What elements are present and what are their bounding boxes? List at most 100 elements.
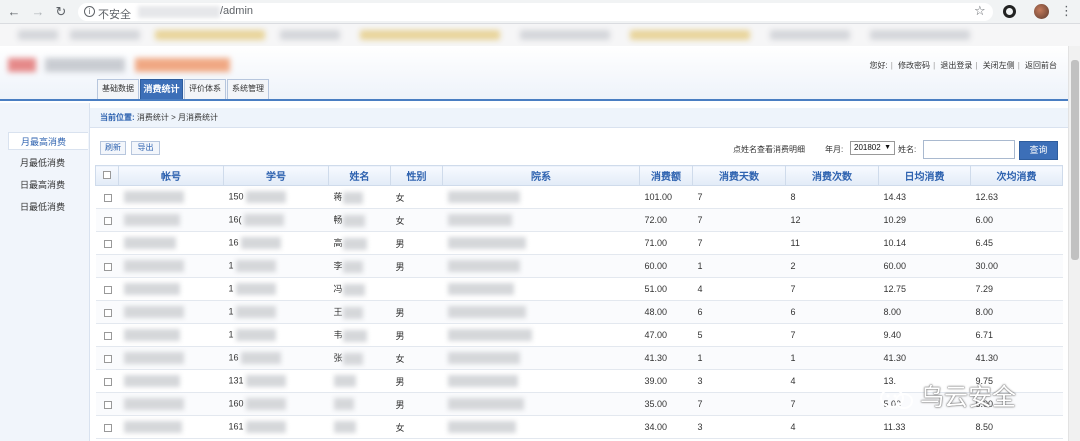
column-header[interactable]: 消费天数: [692, 165, 786, 186]
row-checkbox[interactable]: [103, 308, 112, 317]
logout-link[interactable]: 退出登录: [937, 61, 975, 70]
tab-system-management[interactable]: 系统管理: [227, 79, 269, 99]
row-select-cell[interactable]: [95, 277, 119, 301]
name-cell[interactable]: 高: [328, 231, 391, 255]
sidebar-item-month-max[interactable]: 月最高消费: [8, 132, 88, 150]
name-cell[interactable]: 王: [328, 300, 391, 324]
row-checkbox[interactable]: [103, 377, 112, 386]
refresh-button[interactable]: 刷新: [100, 141, 126, 155]
sidebar-item-day-min[interactable]: 日最低消费: [8, 198, 88, 216]
days-cell: 1: [692, 254, 786, 278]
row-select-cell[interactable]: [95, 208, 119, 232]
name-prefix[interactable]: 张: [334, 353, 343, 363]
row-select-cell[interactable]: [95, 369, 119, 393]
name-cell[interactable]: 蒋: [328, 185, 391, 209]
select-all-checkbox[interactable]: [103, 171, 111, 180]
name-cell[interactable]: [328, 392, 391, 416]
sidebar-item-day-max[interactable]: 日最高消费: [8, 176, 88, 194]
tab-consumption-stats[interactable]: 消费统计: [140, 79, 183, 99]
name-prefix[interactable]: 蒋: [334, 192, 343, 202]
name-cell[interactable]: 张: [328, 346, 391, 370]
row-checkbox[interactable]: [103, 193, 112, 202]
row-checkbox[interactable]: [103, 216, 112, 225]
days-cell: 7: [692, 208, 786, 232]
export-button[interactable]: 导出: [131, 141, 160, 155]
account-cell: [118, 208, 224, 232]
reload-icon[interactable]: ↻: [53, 4, 69, 20]
table-row[interactable]: 16 高 男 71.00 7 11 10.14 6.45: [95, 231, 1063, 255]
table-row[interactable]: 1 王男 48.00 6 6 8.00 8.00: [95, 300, 1063, 324]
name-input[interactable]: [923, 140, 1015, 159]
name-prefix[interactable]: 冯: [334, 284, 343, 294]
student-id-prefix: 16(: [228, 214, 242, 225]
table-row[interactable]: 1 冯 51.00 4 7 12.75 7.29: [95, 277, 1063, 301]
row-checkbox[interactable]: [103, 423, 112, 432]
back-to-front-link[interactable]: 返回前台: [1022, 61, 1060, 70]
tab-evaluation[interactable]: 评价体系: [184, 79, 226, 99]
tab-basic-data[interactable]: 基础数据: [97, 79, 139, 99]
column-header[interactable]: 日均消费: [878, 165, 971, 186]
name-prefix[interactable]: 李: [334, 261, 343, 271]
name-prefix[interactable]: 王: [334, 307, 343, 317]
department-redacted: [447, 237, 526, 249]
name-prefix[interactable]: 韦: [334, 330, 343, 340]
row-select-cell[interactable]: [95, 323, 119, 347]
table-row[interactable]: 161 女 34.00 3 4 11.33 8.50: [95, 415, 1063, 439]
change-password-link[interactable]: 修改密码: [895, 61, 933, 70]
row-select-cell[interactable]: [95, 346, 119, 370]
row-checkbox[interactable]: [103, 331, 112, 340]
account-cell: [118, 369, 224, 393]
name-cell[interactable]: [328, 415, 391, 439]
table-row[interactable]: 1 李男 60.00 1 2 60.00 30.00: [95, 254, 1063, 278]
name-cell[interactable]: [328, 369, 391, 393]
name-cell[interactable]: 李: [328, 254, 391, 278]
row-checkbox[interactable]: [103, 354, 112, 363]
row-select-cell[interactable]: [95, 254, 119, 278]
row-select-cell[interactable]: [95, 415, 119, 439]
table-row[interactable]: 1 韦 男 47.00 5 7 9.40 6.71: [95, 323, 1063, 347]
column-header[interactable]: 消费次数: [785, 165, 879, 186]
name-prefix[interactable]: 高: [334, 238, 343, 248]
sidebar-item-month-min[interactable]: 月最低消费: [8, 154, 88, 172]
name-cell[interactable]: 冯: [328, 277, 391, 301]
row-select-cell[interactable]: [95, 231, 119, 255]
page-scrollbar[interactable]: [1068, 46, 1080, 441]
row-checkbox[interactable]: [103, 400, 112, 409]
row-checkbox[interactable]: [103, 239, 112, 248]
table-row[interactable]: 150 蒋 女 101.00 7 8 14.43 12.63: [95, 185, 1063, 209]
browser-menu-icon[interactable]: ⋮: [1060, 3, 1073, 19]
column-header[interactable]: 学号: [223, 165, 329, 186]
column-header[interactable]: 消费额: [639, 165, 693, 186]
back-arrow-icon[interactable]: ←: [6, 4, 22, 20]
amount-cell: 39.00: [639, 369, 693, 393]
row-select-cell[interactable]: [95, 392, 119, 416]
name-cell[interactable]: 韦: [328, 323, 391, 347]
column-header[interactable]: 姓名: [328, 165, 391, 186]
profile-avatar[interactable]: [1034, 4, 1049, 19]
name-prefix[interactable]: 畅: [334, 215, 343, 225]
column-header[interactable]: 帐号: [118, 165, 224, 186]
row-select-cell[interactable]: [95, 185, 119, 209]
account-cell: [118, 185, 224, 209]
column-header[interactable]: 性别: [390, 165, 443, 186]
name-cell[interactable]: 畅: [328, 208, 391, 232]
bookmark-star-icon[interactable]: ☆: [974, 3, 986, 19]
month-select[interactable]: 201802 ▼: [850, 141, 895, 155]
scrollbar-thumb[interactable]: [1071, 60, 1079, 260]
info-icon[interactable]: i: [84, 6, 95, 17]
query-button[interactable]: 查询: [1019, 141, 1058, 160]
close-left-link[interactable]: 关闭左侧: [980, 61, 1018, 70]
column-header[interactable]: 院系: [442, 165, 640, 186]
select-all-cell[interactable]: [95, 165, 119, 186]
days-cell: 7: [692, 185, 786, 209]
daily-cell: 8.00: [878, 300, 971, 324]
table-row[interactable]: 16 张女 41.30 1 1 41.30 41.30: [95, 346, 1063, 370]
row-select-cell[interactable]: [95, 300, 119, 324]
address-bar[interactable]: i 不安全 /admin: [78, 3, 993, 21]
row-checkbox[interactable]: [103, 285, 112, 294]
extension-ring-icon[interactable]: [1003, 5, 1016, 18]
row-checkbox[interactable]: [103, 262, 112, 271]
forward-arrow-icon[interactable]: →: [30, 4, 46, 20]
column-header[interactable]: 次均消费: [970, 165, 1063, 186]
table-row[interactable]: 16(畅 女 72.00 7 12 10.29 6.00: [95, 208, 1063, 232]
